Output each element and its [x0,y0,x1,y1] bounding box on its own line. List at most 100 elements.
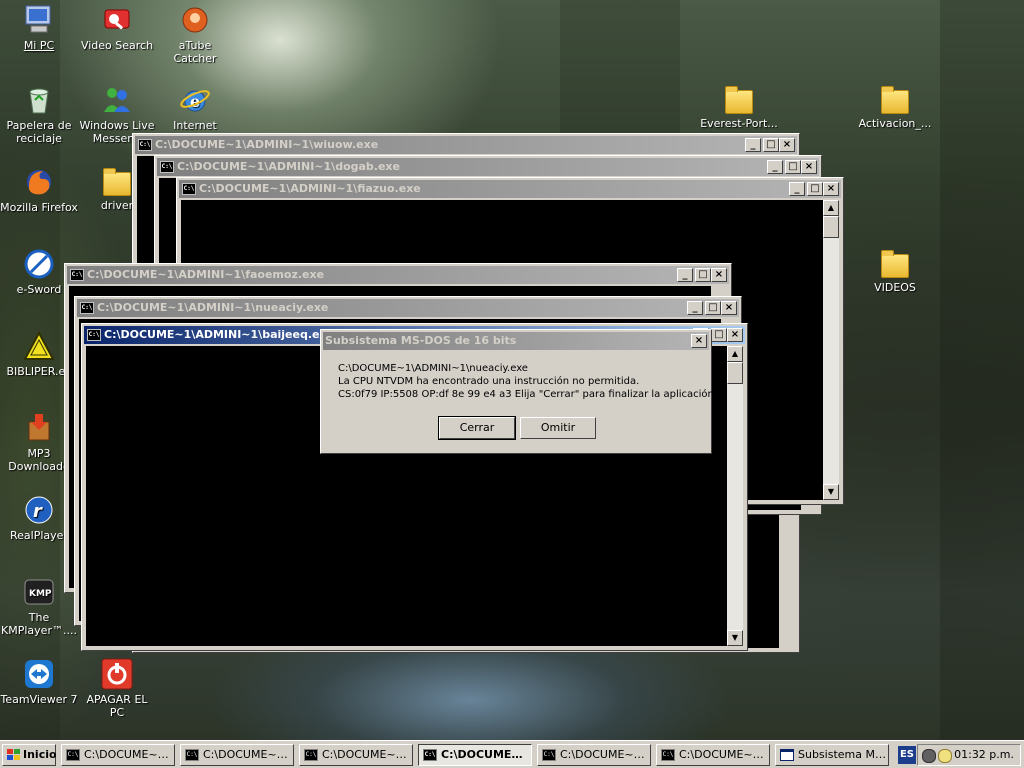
dialog-message-line: La CPU NTVDM ha encontrado una instrucci… [338,376,640,387]
close-button[interactable]: × [823,182,839,196]
scroll-up-arrow[interactable]: ▲ [727,346,743,362]
window-titlebar[interactable]: C:\ C:\DOCUME~1\ADMINI~1\wiuow.exe _ □ × [135,136,797,154]
window-title: C:\DOCUME~1\ADMINI~1\nueaciy.exe [97,301,329,314]
desktop-icon-label: VIDEOS [874,281,916,294]
windows-logo-icon [7,749,21,761]
omitir-button[interactable]: Omitir [520,417,596,439]
folder-icon [725,86,753,114]
my-computer-icon [23,4,55,36]
console-icon: C:\ [304,749,318,761]
minimize-button[interactable]: _ [677,268,693,282]
vertical-scrollbar[interactable]: ▲ ▼ [823,200,839,500]
taskbar-item[interactable]: C:\ C:\DOCUME~1\... [180,744,294,766]
scroll-thumb[interactable] [727,362,743,384]
maximize-button[interactable]: □ [705,301,721,315]
taskbar-item-active[interactable]: C:\ C:\DOCUME~1... [418,744,532,766]
dialog-close-button[interactable]: × [691,334,707,348]
close-button[interactable]: × [801,160,817,174]
taskbar-item[interactable]: Subsistema MS-... [775,744,889,766]
start-label: Inicio [23,748,57,761]
scroll-down-arrow[interactable]: ▼ [823,484,839,500]
desktop-icon-atube-catcher[interactable]: aTube Catcher [156,4,234,65]
console-icon: C:\ [542,749,556,761]
desktop-icon-label: The KMPlayer™.... [1,611,77,637]
desktop-icon-internet[interactable]: e Internet [156,84,234,132]
window-titlebar[interactable]: C:\ C:\DOCUME~1\ADMINI~1\nueaciy.exe _ □… [77,299,739,317]
maximize-button[interactable]: □ [695,268,711,282]
console-icon: C:\ [661,749,675,761]
desktop-icon-label: Internet [173,119,217,132]
desktop-icon-label: Mozilla Firefox [0,201,78,214]
desktop-icon-papelera[interactable]: Papelera de reciclaje [0,84,78,145]
desktop-icon-teamviewer[interactable]: TeamViewer 7 [0,658,78,706]
folder-icon [881,86,909,114]
console-icon: C:\ [138,139,152,151]
desktop-icon-label: Mi PC [23,39,55,52]
taskbar-item-label: Subsistema MS-... [798,748,886,761]
close-button[interactable]: × [711,268,727,282]
start-button[interactable]: Inicio [2,744,57,766]
error-dialog[interactable]: Subsistema MS-DOS de 16 bits × C:\DOCUME… [320,329,717,454]
window-title: C:\DOCUME~1\ADMINI~1\faoemoz.exe [87,268,325,281]
dialog-message-line: CS:0f79 IP:5508 OP:df 8e 99 e4 a3 Elija … [338,389,718,400]
minimize-button[interactable]: _ [789,182,805,196]
desktop-icon-everest[interactable]: Everest-Port... [700,84,778,130]
mp3-downloader-icon [23,412,55,444]
cerrar-button[interactable]: Cerrar [438,416,516,440]
desktop-icon-label: Papelera de reciclaje [6,119,72,145]
minimize-button[interactable]: _ [745,138,761,152]
desktop-icon-apagar[interactable]: APAGAR EL PC [78,658,156,719]
dialog-message: C:\DOCUME~1\ADMINI~1\nueaciy.exe La CPU … [338,362,717,401]
realplayer-icon: r [23,494,55,526]
window-titlebar[interactable]: C:\ C:\DOCUME~1\ADMINI~1\fiazuo.exe _ □ … [179,180,841,198]
taskbar-item[interactable]: C:\ C:\DOCUME~1\... [656,744,770,766]
desktop-icon-mi-pc[interactable]: Mi PC [0,4,78,52]
scroll-down-arrow[interactable]: ▼ [727,630,743,646]
desktop-icon-video-search[interactable]: Video Search [78,4,156,52]
atube-catcher-icon [179,4,211,36]
language-indicator[interactable]: ES [898,746,916,764]
scroll-up-arrow[interactable]: ▲ [823,200,839,216]
close-button[interactable]: × [721,301,737,315]
svg-text:r: r [33,501,43,522]
minimize-button[interactable]: _ [687,301,703,315]
taskbar-item[interactable]: C:\ C:\DOCUME~1\... [299,744,413,766]
taskbar-item-label: C:\DOCUME~1\... [560,748,648,761]
window-title: C:\DOCUME~1\ADMINI~1\wiuow.exe [155,138,379,151]
window-title: C:\DOCUME~1\ADMINI~1\dogab.exe [177,160,400,173]
close-button[interactable]: × [779,138,795,152]
taskbar-item-label: C:\DOCUME~1... [441,748,529,761]
desktop-icon-label: aTube Catcher [173,39,217,65]
close-button[interactable]: × [727,328,743,342]
console-icon: C:\ [185,749,199,761]
maximize-button[interactable]: □ [711,328,727,342]
dialog-message-line: C:\DOCUME~1\ADMINI~1\nueaciy.exe [338,363,528,374]
desktop-background: Mi PC Video Search aTube Catcher Papeler… [0,0,1024,740]
maximize-button[interactable]: □ [785,160,801,174]
clock[interactable]: 01:32 p.m. [954,745,1014,765]
taskbar-item[interactable]: C:\ C:\DOCUME~1... [61,744,175,766]
network-icon[interactable] [922,749,936,763]
taskbar-item-label: C:\DOCUME~1\... [679,748,767,761]
vertical-scrollbar[interactable]: ▲ ▼ [727,346,743,646]
window-titlebar[interactable]: C:\ C:\DOCUME~1\ADMINI~1\faoemoz.exe _ □… [67,266,729,284]
scroll-thumb[interactable] [823,216,839,238]
teamviewer-icon [23,658,55,690]
system-tray: 01:32 p.m. [917,744,1021,766]
console-icon: C:\ [66,749,80,761]
bibliper-icon [23,330,55,362]
taskbar-item-label: C:\DOCUME~1... [84,748,172,761]
maximize-button[interactable]: □ [763,138,779,152]
desktop-icon-label: Everest-Port... [700,117,778,130]
minimize-button[interactable]: _ [767,160,783,174]
kmplayer-icon: KMP [23,576,55,608]
desktop-icon-activacion[interactable]: Activacion_... [856,84,934,130]
firefox-icon [23,166,55,198]
desktop-icon-firefox[interactable]: Mozilla Firefox [0,166,78,214]
taskbar-item[interactable]: C:\ C:\DOCUME~1\... [537,744,651,766]
window-titlebar[interactable]: C:\ C:\DOCUME~1\ADMINI~1\dogab.exe _ □ × [157,158,819,176]
desktop-icon-videos[interactable]: VIDEOS [856,248,934,294]
dialog-titlebar[interactable]: Subsistema MS-DOS de 16 bits × [323,332,709,350]
lightbulb-icon[interactable] [938,749,952,763]
maximize-button[interactable]: □ [807,182,823,196]
